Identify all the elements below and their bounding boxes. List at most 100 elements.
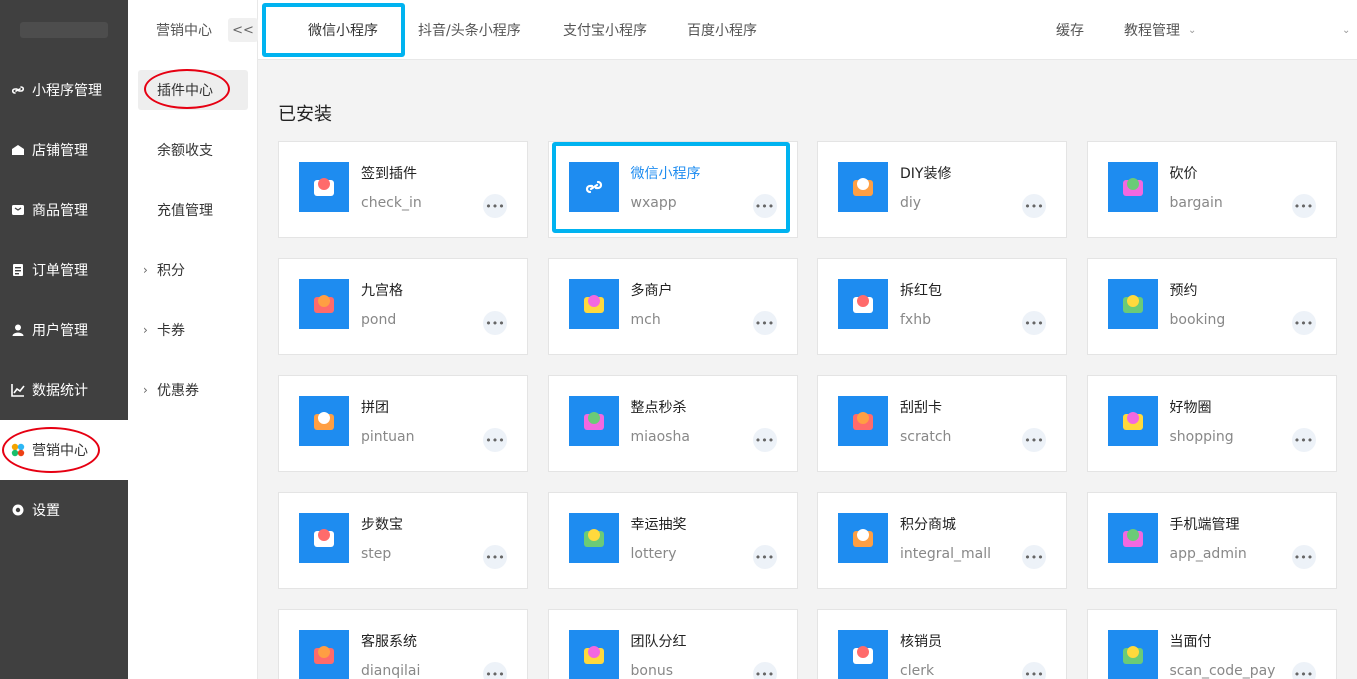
plugin-card-wxapp[interactable]: 微信小程序 wxapp ••• <box>547 141 798 238</box>
goods-icon <box>10 202 26 218</box>
more-options-button[interactable]: ••• <box>1291 662 1316 679</box>
subnav-item-label: 优惠券 <box>157 383 199 399</box>
subnav-item-label: 积分 <box>157 263 185 279</box>
plugin-card-miaosha[interactable]: 整点秒杀 miaosha ••• <box>547 375 798 472</box>
customer-service-icon <box>299 630 349 679</box>
plugin-card-booking[interactable]: 预约 booking ••• <box>1086 258 1337 355</box>
sidebar-item-marketing[interactable]: 营销中心 <box>0 420 128 480</box>
sidebar-item-goods[interactable]: 商品管理 <box>0 180 128 240</box>
chevron-right-icon: › <box>143 263 148 277</box>
chevron-right-icon: › <box>143 323 148 337</box>
clerk-icon <box>838 630 888 679</box>
plugin-card-integral-mall[interactable]: 积分商城 integral_mall ••• <box>817 492 1067 589</box>
plugin-card-shopping[interactable]: 好物圈 shopping ••• <box>1086 375 1337 472</box>
tutorial-menu[interactable]: 教程管理 ⌄ <box>1124 0 1196 60</box>
plugin-code: dianqilai <box>361 663 421 679</box>
main-content: 已安装 签到插件 check_in ••• 微信小程序 wxapp ••• DIY装修 diy… <box>258 60 1357 679</box>
plugin-code: shopping <box>1169 429 1234 445</box>
link-icon <box>10 82 26 98</box>
more-options-button[interactable]: ••• <box>1291 545 1316 569</box>
tab-wechat-miniprogram[interactable]: 微信小程序 <box>308 0 378 60</box>
subnav-item-label: 余额收支 <box>157 143 213 159</box>
plugin-name: 预约 <box>1169 283 1198 299</box>
cache-button[interactable]: 缓存 <box>1056 0 1084 60</box>
plugin-card-mch[interactable]: 多商户 mch ••• <box>547 258 798 355</box>
plugin-card-bonus[interactable]: 团队分红 bonus ••• <box>547 609 798 679</box>
integral-mall-icon <box>838 513 888 563</box>
sidebar-item-settings[interactable]: 设置 <box>0 480 128 540</box>
plugin-code: miaosha <box>630 429 690 445</box>
subnav-item-balance[interactable]: 余额收支 <box>138 130 248 170</box>
plugin-name: 微信小程序 <box>630 166 701 182</box>
tab-baidu-miniprogram[interactable]: 百度小程序 <box>687 0 757 60</box>
more-options-button[interactable]: ••• <box>483 194 507 218</box>
more-options-button[interactable]: ••• <box>1022 662 1046 679</box>
more-options-button[interactable]: ••• <box>752 428 777 452</box>
plugin-card-clerk[interactable]: 核销员 clerk ••• <box>817 609 1067 679</box>
calendar-gift-icon <box>299 162 349 212</box>
more-options-button[interactable]: ••• <box>1022 194 1046 218</box>
lottery-box-icon <box>568 513 619 563</box>
more-options-button[interactable]: ••• <box>1291 311 1316 335</box>
subnav-item-plugin-center[interactable]: 插件中心 <box>138 70 248 110</box>
more-options-button[interactable]: ••• <box>1291 194 1316 218</box>
plugin-code: bonus <box>630 663 674 679</box>
more-options-button[interactable]: ••• <box>483 311 507 335</box>
chevron-right-icon: › <box>143 383 148 397</box>
subnav-item-recharge[interactable]: 充值管理 <box>138 190 248 230</box>
more-options-button[interactable]: ••• <box>752 311 777 335</box>
plugin-card-scan-code-pay[interactable]: 当面付 scan_code_pay ••• <box>1086 609 1337 679</box>
plugin-card-pond[interactable]: 九宫格 pond ••• <box>278 258 528 355</box>
sidebar-item-users[interactable]: 用户管理 <box>0 300 128 360</box>
plugin-code: booking <box>1169 312 1226 328</box>
more-options-button[interactable]: ••• <box>752 662 777 679</box>
plugin-card-diy[interactable]: DIY装修 diy ••• <box>817 141 1067 238</box>
more-options-button[interactable]: ••• <box>1291 428 1316 452</box>
plugin-code: wxapp <box>630 195 677 211</box>
plugin-card-dianqilai[interactable]: 客服系统 dianqilai ••• <box>278 609 528 679</box>
plugin-name: 客服系统 <box>361 634 417 650</box>
subnav-item-cards[interactable]: › 卡券 <box>138 310 248 350</box>
plugin-card-fxhb[interactable]: 拆红包 fxhb ••• <box>817 258 1067 355</box>
plugin-code: pintuan <box>361 429 415 445</box>
more-options-button[interactable]: ••• <box>752 545 777 569</box>
plugin-code: app_admin <box>1169 546 1247 562</box>
plugin-name: 步数宝 <box>361 517 403 533</box>
collapse-button[interactable]: << <box>228 18 258 42</box>
more-options-button[interactable]: ••• <box>1022 311 1046 335</box>
more-options-button[interactable]: ••• <box>483 545 507 569</box>
phone-shopping-icon <box>1107 396 1158 446</box>
tutorial-label: 教程管理 <box>1124 23 1180 39</box>
sidebar-item-stats[interactable]: 数据统计 <box>0 360 128 420</box>
plugin-card-lottery[interactable]: 幸运抽奖 lottery ••• <box>547 492 798 589</box>
more-options-button[interactable]: ••• <box>1022 428 1046 452</box>
subnav-item-coupons[interactable]: › 优惠券 <box>138 370 248 410</box>
more-options-button[interactable]: ••• <box>1022 545 1046 569</box>
more-options-button[interactable]: ••• <box>483 662 507 679</box>
plugin-card-step[interactable]: 步数宝 step ••• <box>278 492 528 589</box>
clock-icon <box>568 396 619 446</box>
plugin-name: 多商户 <box>630 283 673 299</box>
sidebar-item-store[interactable]: 店铺管理 <box>0 120 128 180</box>
grid-icon <box>299 279 349 329</box>
sidebar-item-miniprogram[interactable]: 小程序管理 <box>0 60 128 120</box>
tab-douyin-miniprogram[interactable]: 抖音/头条小程序 <box>418 0 521 60</box>
plugin-card-pintuan[interactable]: 拼团 pintuan ••• <box>278 375 528 472</box>
plugin-card-app-admin[interactable]: 手机端管理 app_admin ••• <box>1086 492 1337 589</box>
account-menu[interactable]: ⌄ <box>1334 0 1350 60</box>
sidebar-item-orders[interactable]: 订单管理 <box>0 240 128 300</box>
tab-alipay-miniprogram[interactable]: 支付宝小程序 <box>563 0 647 60</box>
main-sidebar: 小程序管理 店铺管理 商品管理 订单管理 用户管理 数据统计 营销中心 设置 <box>0 0 128 679</box>
plugin-name: 刮刮卡 <box>900 400 942 416</box>
red-packet-icon <box>838 279 888 329</box>
plugin-card-bargain[interactable]: 砍价 bargain ••• <box>1086 141 1337 238</box>
plugin-code: fxhb <box>900 312 931 328</box>
more-options-button[interactable]: ••• <box>483 428 507 452</box>
plugin-card-check-in[interactable]: 签到插件 check_in ••• <box>278 141 528 238</box>
plugin-card-scratch[interactable]: 刮刮卡 scratch ••• <box>817 375 1067 472</box>
plugin-name: 幸运抽奖 <box>630 517 687 533</box>
plugin-code: pond <box>361 312 397 328</box>
subnav-item-points[interactable]: › 积分 <box>138 250 248 290</box>
more-options-button[interactable]: ••• <box>752 194 777 218</box>
sidebar-item-label: 营销中心 <box>32 443 88 459</box>
